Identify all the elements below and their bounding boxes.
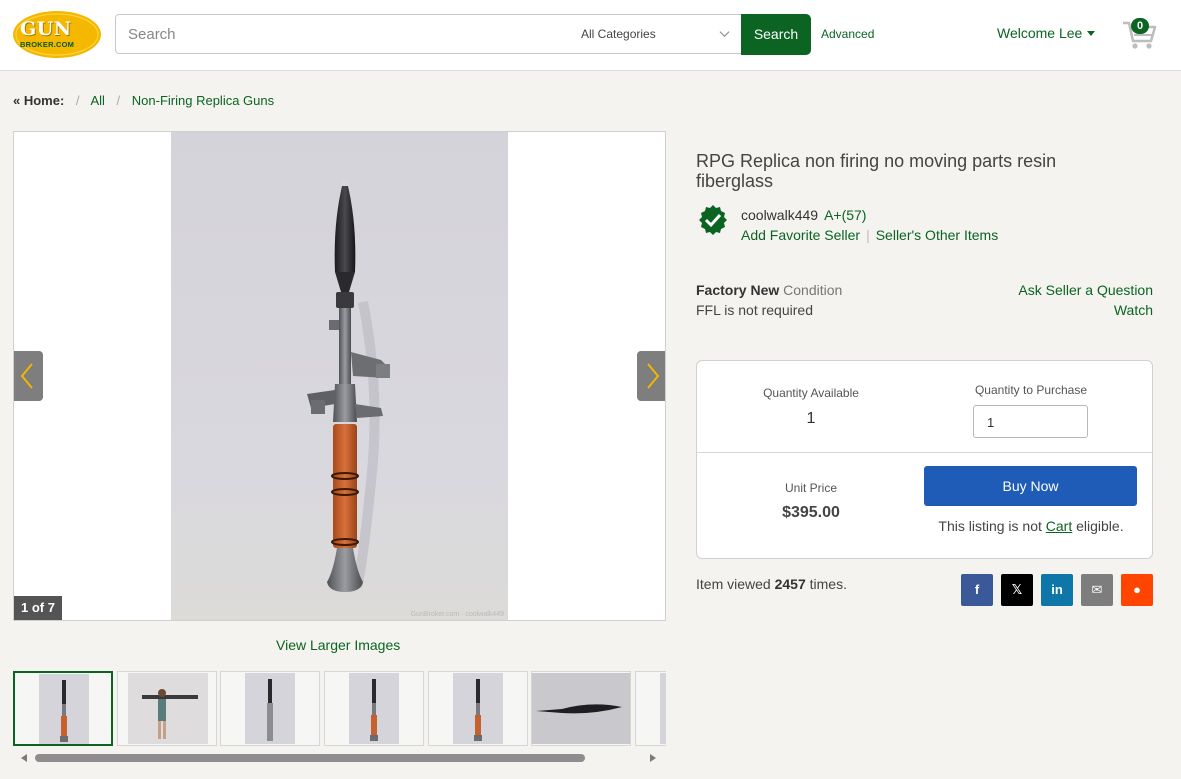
rpg-replica-image bbox=[307, 180, 390, 592]
logo-text-gun: GUN bbox=[20, 18, 72, 40]
buy-now-button[interactable]: Buy Now bbox=[924, 466, 1137, 506]
thumbnail-image bbox=[349, 673, 399, 744]
next-image-button[interactable] bbox=[637, 351, 665, 401]
email-share-icon[interactable]: ✉ bbox=[1081, 574, 1113, 606]
breadcrumb-all[interactable]: All bbox=[90, 93, 104, 108]
purchase-box: Quantity Available 1 Quantity to Purchas… bbox=[696, 360, 1153, 559]
scroll-left-icon[interactable] bbox=[21, 754, 27, 762]
thumbnail-7[interactable] bbox=[635, 671, 666, 746]
thumbnail-5[interactable] bbox=[428, 671, 528, 746]
seller-links: Add Favorite Seller | Seller's Other Items bbox=[741, 227, 998, 243]
breadcrumb-home[interactable]: « Home: bbox=[13, 93, 64, 108]
seller-info: coolwalk449 A+(57) bbox=[741, 207, 866, 223]
thumbnail-image bbox=[128, 673, 208, 744]
chevron-right-icon bbox=[647, 363, 660, 389]
search-button[interactable]: Search bbox=[741, 14, 811, 55]
x-share-icon[interactable]: 𝕏 bbox=[1001, 574, 1033, 606]
scroll-right-icon[interactable] bbox=[650, 754, 656, 762]
views-text-end: times. bbox=[809, 576, 847, 592]
reddit-share-icon[interactable]: ● bbox=[1121, 574, 1153, 606]
logo-text-broker: BROKER.COM bbox=[20, 40, 75, 49]
thumbnail-image bbox=[39, 674, 89, 744]
ffl-requirement: FFL is not required bbox=[696, 302, 813, 318]
thumbnail-2[interactable] bbox=[117, 671, 217, 746]
breadcrumb-separator: / bbox=[75, 93, 80, 108]
item-condition: Factory New Condition bbox=[696, 282, 842, 298]
category-select-value: All Categories bbox=[581, 27, 656, 41]
cart-note-text-end: eligible. bbox=[1076, 518, 1124, 534]
views-number: 2457 bbox=[774, 576, 806, 592]
caret-down-icon bbox=[1087, 31, 1096, 36]
thumbnail-3[interactable] bbox=[220, 671, 320, 746]
thumbnail-strip bbox=[13, 671, 666, 747]
listing-title: RPG Replica non firing no moving parts r… bbox=[696, 151, 1057, 191]
thumbnail-image bbox=[245, 673, 295, 744]
condition-label: Condition bbox=[783, 282, 843, 298]
seller-other-items-link[interactable]: Seller's Other Items bbox=[876, 227, 999, 243]
verified-seller-icon bbox=[699, 205, 727, 235]
condition-value: Factory New bbox=[696, 282, 780, 298]
views-text: Item viewed bbox=[696, 576, 771, 592]
breadcrumb: « Home: / All / Non-Firing Replica Guns bbox=[13, 93, 274, 108]
thumbnail-image bbox=[453, 673, 503, 744]
cart-eligibility-note: This listing is not Cart eligible. bbox=[897, 518, 1165, 534]
quantity-available-label: Quantity Available bbox=[763, 386, 859, 400]
watch-link[interactable]: Watch bbox=[1114, 302, 1153, 318]
thumbnail-image bbox=[532, 673, 630, 744]
unit-price-value: $395.00 bbox=[782, 504, 840, 521]
breadcrumb-separator: / bbox=[116, 93, 121, 108]
quantity-to-purchase-input[interactable]: 1 bbox=[973, 405, 1088, 438]
linkedin-share-icon[interactable]: in bbox=[1041, 574, 1073, 606]
chevron-down-icon bbox=[719, 31, 730, 38]
cart-count-badge: 0 bbox=[1131, 18, 1149, 34]
unit-price-label: Unit Price bbox=[784, 481, 837, 495]
image-counter: 1 of 7 bbox=[14, 596, 62, 620]
thumbnail-image bbox=[660, 673, 666, 744]
thumbnail-1[interactable] bbox=[13, 671, 113, 746]
photo-watermark: GunBroker.com · coolwalk449 bbox=[410, 611, 504, 618]
view-count: Item viewed 2457 times. bbox=[696, 576, 847, 592]
cart-link[interactable]: Cart bbox=[1046, 518, 1072, 534]
site-header: GUN BROKER.COM Search All Categories Sea… bbox=[0, 0, 1181, 71]
welcome-text: Welcome Lee bbox=[997, 25, 1083, 41]
quantity-available-value: 1 bbox=[806, 410, 816, 427]
gunbroker-logo[interactable]: GUN BROKER.COM bbox=[12, 10, 102, 59]
link-divider: | bbox=[866, 227, 870, 243]
cart-note-text: This listing is not bbox=[938, 518, 1042, 534]
breadcrumb-category[interactable]: Non-Firing Replica Guns bbox=[132, 93, 274, 108]
view-larger-images-link[interactable]: View Larger Images bbox=[276, 637, 400, 653]
seller-name[interactable]: coolwalk449 bbox=[741, 207, 818, 223]
advanced-search-link[interactable]: Advanced bbox=[821, 27, 874, 41]
category-select[interactable]: All Categories bbox=[570, 14, 742, 54]
thumbnail-4[interactable] bbox=[324, 671, 424, 746]
thumbnail-scrollbar[interactable] bbox=[13, 751, 666, 765]
main-product-photo[interactable]: GunBroker.com · coolwalk449 bbox=[171, 132, 508, 620]
seller-rating[interactable]: A+(57) bbox=[824, 207, 866, 223]
image-gallery: GunBroker.com · coolwalk449 1 of 7 bbox=[13, 131, 666, 621]
purchase-box-divider bbox=[697, 452, 1152, 453]
ask-seller-question-link[interactable]: Ask Seller a Question bbox=[1018, 282, 1153, 298]
previous-image-button[interactable] bbox=[14, 351, 43, 401]
user-menu[interactable]: Welcome Lee bbox=[997, 25, 1096, 41]
facebook-share-icon[interactable]: f bbox=[961, 574, 993, 606]
add-favorite-seller-link[interactable]: Add Favorite Seller bbox=[741, 227, 860, 243]
thumbnail-6[interactable] bbox=[531, 671, 631, 746]
search-input[interactable]: Search bbox=[115, 14, 571, 54]
quantity-to-purchase-label: Quantity to Purchase bbox=[974, 383, 1088, 397]
scrollbar-thumb[interactable] bbox=[35, 754, 585, 762]
chevron-left-icon bbox=[20, 363, 33, 389]
